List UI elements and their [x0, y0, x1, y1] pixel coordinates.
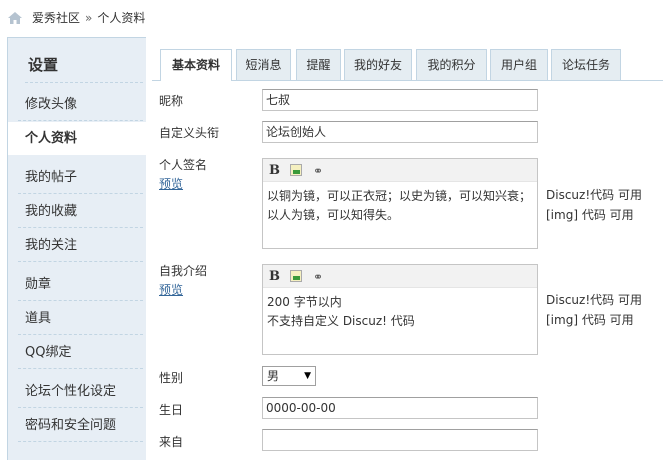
tab-forum-tasks[interactable]: 论坛任务 — [551, 49, 621, 80]
sidebar-item-label: 我的收藏 — [25, 204, 78, 219]
intro-hint: Discuz!代码 可用 [img] 代码 可用 — [546, 290, 642, 330]
birthday-label: 生日 — [159, 403, 184, 417]
divider — [18, 407, 143, 408]
gender-selected-value: 男 — [267, 369, 280, 383]
image-icon[interactable] — [290, 270, 302, 282]
hint-img-code: [img] 代码 可用 — [546, 313, 634, 327]
tab-basic-info[interactable]: 基本资料 — [160, 49, 232, 81]
sidebar-item-password-security[interactable]: 密码和安全问题 — [8, 409, 147, 442]
divider — [18, 368, 143, 369]
sidebar-item-props[interactable]: 道具 — [8, 302, 147, 335]
intro-preview-link[interactable]: 预览 — [159, 281, 183, 298]
signature-label: 个人签名 — [159, 158, 208, 172]
hint-discuz-code: Discuz!代码 可用 — [546, 188, 642, 202]
custom-title-label: 自定义头衔 — [159, 126, 220, 140]
sidebar-item-label: 论坛个性化设定 — [25, 384, 117, 399]
dropdown-arrow-icon: ▼ — [304, 371, 311, 381]
sidebar-item-label: QQ绑定 — [25, 345, 72, 360]
sidebar-item-label: 修改头像 — [25, 97, 78, 112]
tab-reminders[interactable]: 提醒 — [296, 49, 341, 80]
divider — [18, 441, 143, 442]
from-field[interactable] — [262, 429, 538, 451]
nickname-label: 昵称 — [159, 94, 184, 108]
intro-text-line: 不支持自定义 Discuz! 代码 — [267, 314, 415, 328]
divider — [18, 193, 143, 194]
tab-credits[interactable]: 我的积分 — [416, 49, 487, 80]
sidebar-item-label: 密码和安全问题 — [25, 418, 117, 433]
intro-text-line: 200 字节以内 — [267, 295, 342, 309]
sidebar-item-qq-binding[interactable]: QQ绑定 — [8, 336, 147, 369]
bold-icon[interactable]: B — [269, 163, 280, 178]
signature-editor[interactable]: B ⚭ 以铜为镜，可以正衣冠；以史为镜，可以知兴衰； 以人为镜，可以知得失。 — [262, 158, 538, 249]
bold-icon[interactable]: B — [269, 269, 280, 284]
from-label: 来自 — [159, 435, 184, 449]
signature-hint: Discuz!代码 可用 [img] 代码 可用 — [546, 185, 642, 225]
sidebar-item-follows[interactable]: 我的关注 — [8, 229, 147, 262]
breadcrumb-separator: » — [85, 10, 93, 25]
sidebar-item-label: 我的帖子 — [25, 170, 78, 185]
sidebar-item-threads[interactable]: 我的帖子 — [8, 161, 147, 194]
image-icon[interactable] — [290, 164, 302, 176]
signature-textarea[interactable]: 以铜为镜，可以正衣冠；以史为镜，可以知兴衰； 以人为镜，可以知得失。 — [263, 182, 537, 230]
birthday-field[interactable]: 0000-00-00 — [262, 397, 538, 419]
gender-label: 性别 — [159, 371, 184, 385]
divider — [18, 227, 143, 228]
signature-preview-link[interactable]: 预览 — [159, 175, 183, 192]
breadcrumb-current[interactable]: 个人资料 — [97, 9, 145, 26]
sidebar-item-medals[interactable]: 勋章 — [8, 268, 147, 301]
sidebar-item-label: 道具 — [25, 311, 52, 326]
nickname-field[interactable]: 七叔 — [262, 89, 538, 111]
tab-friends[interactable]: 我的好友 — [344, 49, 412, 80]
editor-toolbar: B ⚭ — [263, 265, 537, 288]
sidebar-item-label: 我的关注 — [25, 238, 78, 253]
breadcrumb-home-link[interactable]: 爱秀社区 — [32, 9, 80, 26]
hint-discuz-code: Discuz!代码 可用 — [546, 293, 642, 307]
sidebar-item-favorites[interactable]: 我的收藏 — [8, 195, 147, 228]
sidebar-item-personalization[interactable]: 论坛个性化设定 — [8, 375, 147, 408]
divider — [18, 334, 143, 335]
gender-select[interactable]: 男 ▼ — [262, 366, 316, 386]
link-icon[interactable]: ⚭ — [313, 164, 323, 178]
divider — [18, 300, 143, 301]
intro-textarea[interactable]: 200 字节以内 不支持自定义 Discuz! 代码 — [263, 288, 537, 336]
tab-usergroup[interactable]: 用户组 — [490, 49, 548, 80]
custom-title-field[interactable]: 论坛创始人 — [262, 121, 538, 143]
sidebar-item-label: 个人资料 — [25, 131, 78, 146]
hint-img-code: [img] 代码 可用 — [546, 208, 634, 222]
intro-label: 自我介绍 — [159, 264, 208, 278]
sidebar-item-profile[interactable]: 个人资料 — [8, 122, 148, 155]
tab-messages[interactable]: 短消息 — [236, 49, 291, 80]
home-icon[interactable] — [8, 11, 22, 24]
signature-text-line: 以人为镜，可以知得失。 — [267, 208, 400, 222]
divider — [18, 120, 143, 121]
breadcrumb: 爱秀社区 » 个人资料 — [8, 9, 145, 26]
editor-toolbar: B ⚭ — [263, 159, 537, 182]
settings-sidebar: 设置 修改头像 个人资料 我的帖子 我的收藏 我的关注 勋章 道具 QQ绑定 论… — [7, 37, 148, 460]
intro-editor[interactable]: B ⚭ 200 字节以内 不支持自定义 Discuz! 代码 — [262, 264, 538, 355]
sidebar-item-avatar[interactable]: 修改头像 — [8, 88, 147, 121]
divider — [18, 261, 143, 262]
sidebar-title: 设置 — [28, 56, 59, 74]
signature-text-line: 以铜为镜，可以正衣冠；以史为镜，可以知兴衰； — [267, 189, 532, 203]
sidebar-item-label: 勋章 — [25, 277, 52, 292]
divider — [25, 82, 143, 83]
link-icon[interactable]: ⚭ — [313, 270, 323, 284]
